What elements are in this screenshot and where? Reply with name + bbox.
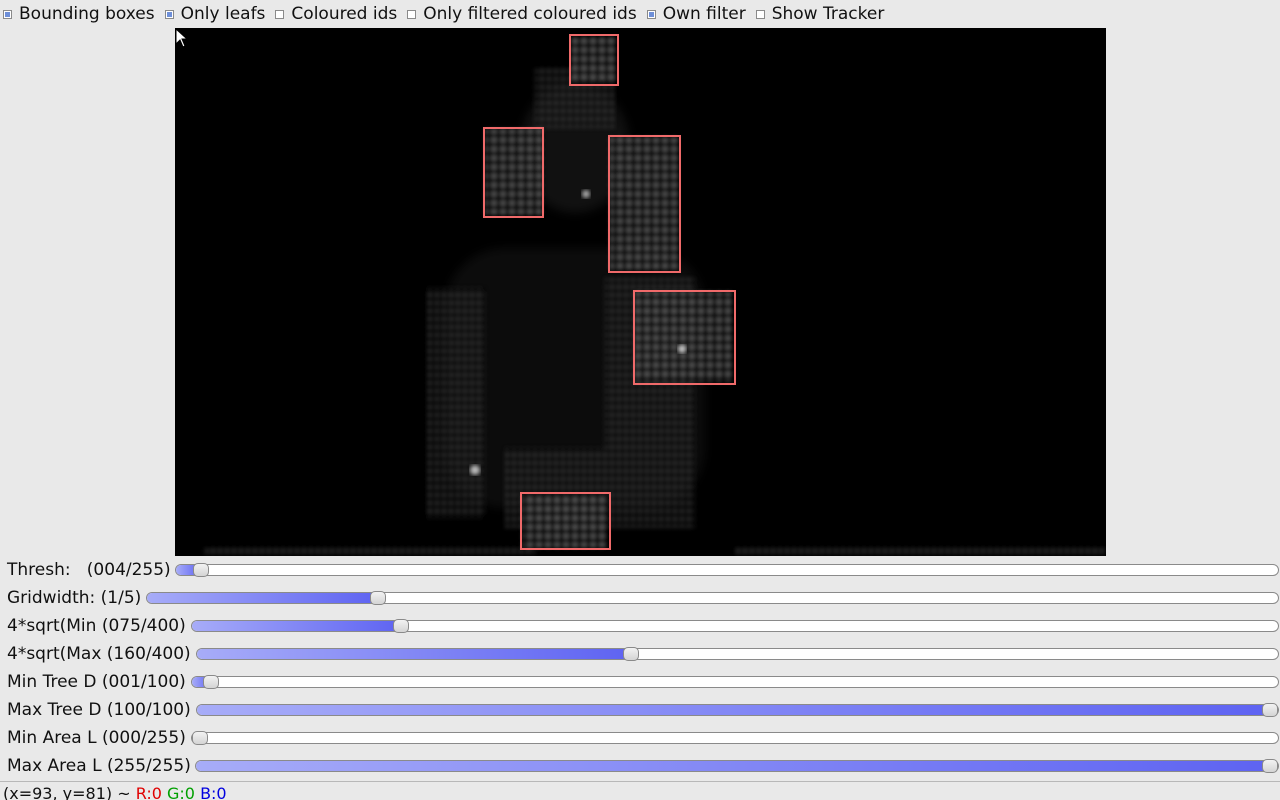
slider-row-thresh: Thresh: (004/255) <box>0 556 1280 584</box>
slider-fill <box>147 593 378 603</box>
checkbox-label: Only filtered coloured ids <box>423 4 637 24</box>
slider-row-min-area: Min Area L (000/255) <box>0 724 1280 752</box>
slider-label: Gridwidth: (1/5) <box>7 588 142 608</box>
slider-fill <box>196 761 1270 771</box>
checkbox-label: Own filter <box>662 4 746 24</box>
bounding-box[interactable] <box>520 492 611 550</box>
slider-label: Max Area L (255/255) <box>7 756 191 776</box>
slider-fill <box>197 705 1270 715</box>
slider-handle[interactable] <box>1262 759 1278 773</box>
checkbox-only-leafs[interactable]: Only leafs <box>164 4 266 24</box>
checkbox-bounding-boxes[interactable]: Bounding boxes <box>3 4 155 24</box>
options-toolbar: Bounding boxes Only leafs Coloured ids O… <box>0 0 1280 28</box>
slider-handle[interactable] <box>392 619 409 633</box>
checkbox-own-filter[interactable]: Own filter <box>646 4 746 24</box>
bounding-box[interactable] <box>569 34 619 86</box>
slider-label: Min Area L (000/255) <box>7 728 186 748</box>
slider-row-min-tree-depth: Min Tree D (001/100) <box>0 668 1280 696</box>
checkbox-only-filtered-coloured-ids[interactable]: Only filtered coloured ids <box>407 4 637 24</box>
min-tree-depth-slider[interactable] <box>191 675 1279 689</box>
slider-handle[interactable] <box>192 731 208 745</box>
max-size-slider[interactable] <box>196 647 1279 661</box>
red-value: R:0 <box>135 784 162 800</box>
blue-value: B:0 <box>200 784 227 800</box>
min-area-slider[interactable] <box>191 731 1279 745</box>
checkbox-label: Bounding boxes <box>19 4 155 24</box>
slider-handle[interactable] <box>623 647 639 661</box>
slider-row-min-size: 4*sqrt(Min (075/400) <box>0 612 1280 640</box>
slider-fill <box>192 621 401 631</box>
slider-label: Thresh: (004/255) <box>7 560 171 580</box>
image-viewport[interactable] <box>175 28 1106 556</box>
checkbox-label: Show Tracker <box>771 4 885 24</box>
checkbox-indicator[interactable] <box>755 9 765 19</box>
mouse-cursor-icon <box>175 28 189 48</box>
slider-label: Min Tree D (001/100) <box>7 672 186 692</box>
slider-row-max-tree-depth: Max Tree D (100/100) <box>0 696 1280 724</box>
cursor-coordinates: (x=93, y=81) ~ <box>3 784 136 800</box>
slider-handle[interactable] <box>202 675 219 689</box>
slider-handle[interactable] <box>1262 703 1278 717</box>
bounding-box[interactable] <box>483 127 544 218</box>
slider-row-max-area: Max Area L (255/255) <box>0 752 1280 780</box>
slider-handle[interactable] <box>370 591 386 605</box>
slider-label: 4*sqrt(Max (160/400) <box>7 644 191 664</box>
slider-row-max-size: 4*sqrt(Max (160/400) <box>0 640 1280 668</box>
checkbox-label: Coloured ids <box>291 4 398 24</box>
green-value: G:0 <box>167 784 195 800</box>
max-tree-depth-slider[interactable] <box>196 703 1279 717</box>
checkbox-label: Only leafs <box>180 4 266 24</box>
max-area-slider[interactable] <box>195 759 1279 773</box>
slider-handle[interactable] <box>193 563 210 577</box>
gridwidth-slider[interactable] <box>146 591 1279 605</box>
checkbox-show-tracker[interactable]: Show Tracker <box>755 4 885 24</box>
slider-label: Max Tree D (100/100) <box>7 700 191 720</box>
thresh-slider[interactable] <box>175 563 1279 577</box>
status-bar: (x=93, y=81) ~ R:0 G:0 B:0 <box>0 781 1280 800</box>
checkbox-indicator[interactable] <box>407 9 417 19</box>
checkbox-coloured-ids[interactable]: Coloured ids <box>275 4 397 24</box>
checkbox-indicator[interactable] <box>164 9 174 19</box>
checkbox-indicator[interactable] <box>646 9 656 19</box>
checkbox-indicator[interactable] <box>3 9 12 19</box>
slider-label: 4*sqrt(Min (075/400) <box>7 616 186 636</box>
bounding-box[interactable] <box>608 135 681 273</box>
slider-row-gridwidth: Gridwidth: (1/5) <box>0 584 1280 612</box>
checkbox-indicator[interactable] <box>275 9 285 19</box>
min-size-slider[interactable] <box>191 619 1279 633</box>
slider-fill <box>197 649 631 659</box>
bounding-box[interactable] <box>633 290 736 385</box>
